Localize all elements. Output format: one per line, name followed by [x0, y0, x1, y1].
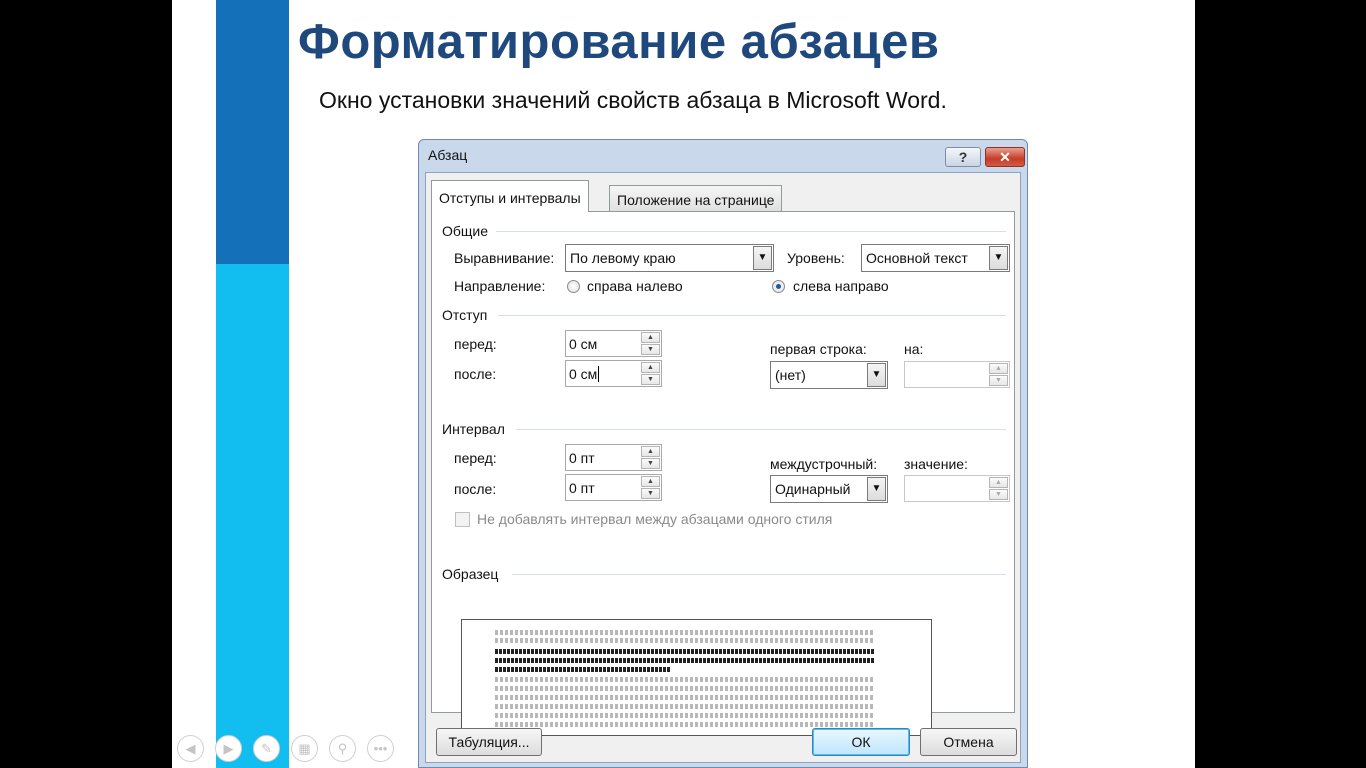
rtl-label: справа налево — [587, 278, 683, 294]
spacing-after-label: после: — [454, 481, 497, 497]
chevron-down-icon[interactable]: ▼ — [867, 477, 886, 501]
rtl-radio[interactable] — [567, 280, 580, 293]
help-button[interactable]: ? — [945, 147, 981, 167]
preview-sample-text-line — [495, 658, 875, 663]
spin-up-icon[interactable]: ▲ — [989, 477, 1008, 488]
tab-indents-spacing[interactable]: Отступы и интервалы — [431, 180, 589, 212]
alignment-label: Выравнивание: — [454, 250, 555, 266]
preview-next-paragraph-line — [495, 686, 875, 691]
first-line-by-label: на: — [904, 341, 924, 357]
first-line-label: первая строка: — [770, 341, 867, 357]
spin-up-icon[interactable]: ▲ — [641, 476, 660, 487]
first-line-combo[interactable]: (нет) ▼ — [770, 361, 888, 389]
spin-up-icon[interactable]: ▲ — [641, 332, 660, 343]
group-spacing-heading: Интервал — [442, 421, 505, 437]
ok-button[interactable]: ОК — [812, 728, 910, 756]
spin-down-icon[interactable]: ▼ — [989, 489, 1008, 500]
tabs-button[interactable]: Табуляция... — [436, 728, 542, 756]
first-line-value: (нет) — [775, 367, 806, 383]
text-cursor — [598, 366, 600, 382]
preview-next-paragraph-line — [495, 704, 875, 709]
preview-prev-paragraph-line — [495, 630, 875, 635]
indent-before-label: перед: — [454, 336, 497, 352]
no-space-same-style-label: Не добавлять интервал между абзацами одн… — [477, 511, 833, 527]
preview-sample-text-line — [495, 667, 670, 672]
slide-accent-bar-light — [216, 264, 289, 768]
preview-prev-paragraph-line — [495, 638, 875, 643]
alignment-value: По левому краю — [570, 250, 676, 266]
group-divider — [498, 315, 1006, 316]
spin-down-icon[interactable]: ▼ — [641, 344, 660, 355]
alignment-combo[interactable]: По левому краю ▼ — [565, 244, 774, 272]
ltr-radio[interactable] — [772, 280, 785, 293]
dialog-client-area: Отступы и интервалы Положение на страниц… — [425, 172, 1021, 763]
line-spacing-combo[interactable]: Одинарный ▼ — [770, 475, 888, 503]
forward-icon[interactable]: ▶ — [215, 735, 242, 762]
spin-up-icon[interactable]: ▲ — [641, 362, 660, 373]
cancel-button[interactable]: Отмена — [920, 728, 1017, 756]
indent-after-label: после: — [454, 366, 497, 382]
spin-down-icon[interactable]: ▼ — [641, 458, 660, 469]
preview-next-paragraph-line — [495, 722, 875, 727]
level-value: Основной текст — [866, 250, 968, 266]
group-divider — [496, 231, 1006, 232]
line-spacing-at-spinner[interactable]: ▲ ▼ — [904, 475, 1010, 502]
line-spacing-value: Одинарный — [775, 481, 851, 497]
chevron-down-icon[interactable]: ▼ — [989, 246, 1008, 270]
no-space-same-style-checkbox[interactable] — [455, 512, 470, 527]
back-icon[interactable]: ◀ — [177, 735, 204, 762]
level-combo[interactable]: Основной текст ▼ — [861, 244, 1010, 272]
spin-down-icon[interactable]: ▼ — [641, 374, 660, 385]
spacing-before-spinner[interactable]: 0 пт ▲ ▼ — [565, 444, 662, 471]
group-divider — [512, 574, 1006, 575]
pen-icon[interactable]: ✎ — [253, 735, 280, 762]
indent-before-value: 0 см — [569, 336, 598, 352]
line-spacing-at-label: значение: — [904, 456, 968, 472]
indent-after-value: 0 см — [569, 366, 600, 382]
group-general-heading: Общие — [442, 223, 489, 239]
dialog-title: Абзац — [428, 147, 468, 163]
spacing-after-spinner[interactable]: 0 пт ▲ ▼ — [565, 474, 662, 501]
zoom-icon[interactable]: ⚲ — [329, 735, 356, 762]
chevron-down-icon[interactable]: ▼ — [753, 246, 772, 270]
paragraph-dialog: Абзац ? ✕ Отступы и интервалы Положение … — [418, 139, 1028, 768]
chevron-down-icon[interactable]: ▼ — [867, 363, 886, 387]
indent-after-spinner[interactable]: 0 см ▲ ▼ — [565, 360, 662, 387]
preview-sample-text-line — [495, 649, 875, 654]
spin-down-icon[interactable]: ▼ — [989, 375, 1008, 386]
ltr-label: слева направо — [793, 278, 889, 294]
line-spacing-label: междустрочный: — [770, 456, 878, 472]
group-indent-heading: Отступ — [442, 307, 488, 323]
tab-line-page-breaks[interactable]: Положение на странице — [609, 185, 783, 213]
group-preview-heading: Образец — [442, 566, 499, 582]
first-line-by-spinner[interactable]: ▲ ▼ — [904, 361, 1010, 388]
slide-subtitle: Окно установки значений свойств абзаца в… — [319, 87, 947, 113]
slide: Форматирование абзацев Окно установки зн… — [172, 0, 1195, 768]
spin-up-icon[interactable]: ▲ — [641, 446, 660, 457]
group-divider — [516, 429, 1006, 430]
preview-next-paragraph-line — [495, 713, 875, 718]
spacing-before-value: 0 пт — [569, 450, 595, 466]
preview-next-paragraph-line — [495, 677, 875, 682]
slide-accent-bar-dark — [216, 0, 289, 264]
level-label: Уровень: — [787, 250, 845, 266]
spacing-before-label: перед: — [454, 450, 497, 466]
spin-up-icon[interactable]: ▲ — [989, 363, 1008, 374]
indent-before-spinner[interactable]: 0 см ▲ ▼ — [565, 330, 662, 357]
spin-down-icon[interactable]: ▼ — [641, 488, 660, 499]
slide-title: Форматирование абзацев — [298, 15, 940, 69]
more-icon[interactable]: ••• — [367, 735, 394, 762]
close-button[interactable]: ✕ — [985, 147, 1025, 167]
tab-panel: Общие Выравнивание: По левому краю ▼ Уро… — [431, 211, 1015, 736]
preview-next-paragraph-line — [495, 695, 875, 700]
direction-label: Направление: — [454, 278, 546, 294]
paragraph-preview — [461, 619, 932, 736]
spacing-after-value: 0 пт — [569, 480, 595, 496]
slides-icon[interactable]: ▦ — [291, 735, 318, 762]
